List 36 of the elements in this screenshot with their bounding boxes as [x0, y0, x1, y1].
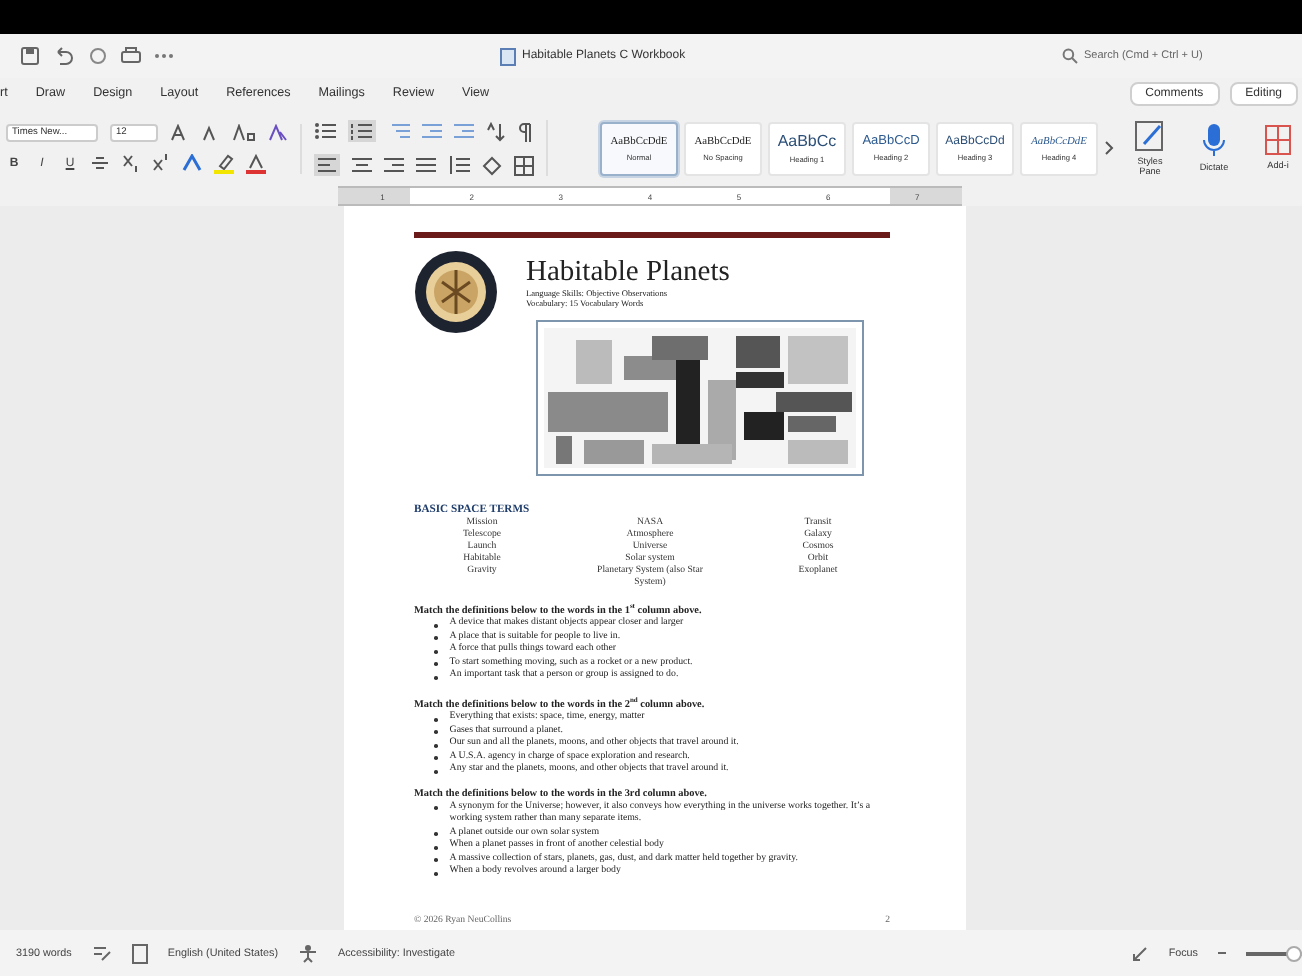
justify-icon[interactable]	[416, 156, 436, 174]
document-title-heading: Habitable Planets	[526, 255, 730, 287]
align-left-icon[interactable]	[314, 154, 340, 176]
subscript-icon[interactable]	[122, 154, 140, 172]
zoom-slider-thumb[interactable]	[1285, 945, 1302, 961]
align-right-icon[interactable]	[384, 156, 404, 174]
bullets-icon[interactable]	[314, 122, 336, 140]
change-case-icon[interactable]	[232, 123, 256, 141]
search-icon	[1062, 48, 1078, 64]
styles-pane-icon	[1134, 119, 1166, 152]
font-color-icon[interactable]	[246, 153, 266, 173]
line-spacing-icon[interactable]	[448, 156, 470, 174]
more-icon[interactable]	[154, 52, 174, 60]
undo-icon[interactable]	[52, 46, 76, 66]
style-preview: AaBbCc	[777, 132, 837, 150]
document-icon	[500, 47, 516, 65]
seal-logo-drawing	[414, 249, 498, 333]
microphone-icon	[1202, 122, 1226, 159]
proofing-icon[interactable]	[91, 944, 112, 962]
pilcrow-icon[interactable]	[518, 121, 534, 141]
strikethrough-icon[interactable]	[90, 154, 110, 172]
grow-font-icon[interactable]	[170, 123, 190, 141]
sort-icon[interactable]	[486, 121, 506, 141]
chevron-right-icon[interactable]	[1104, 140, 1114, 156]
borders-icon[interactable]	[514, 155, 534, 175]
superscript-icon[interactable]	[152, 154, 170, 172]
print-icon[interactable]	[120, 46, 142, 66]
highlighter-icon[interactable]	[214, 153, 234, 173]
focus-icon[interactable]	[1132, 945, 1149, 961]
numbering-icon[interactable]	[348, 120, 376, 142]
grid-icon	[1264, 124, 1292, 157]
multilevel-list-icon[interactable]	[388, 122, 410, 140]
align-center-icon[interactable]	[352, 156, 372, 174]
save-icon[interactable]	[20, 46, 40, 66]
accessibility-icon[interactable]	[298, 943, 319, 963]
shading-icon[interactable]	[482, 155, 502, 175]
